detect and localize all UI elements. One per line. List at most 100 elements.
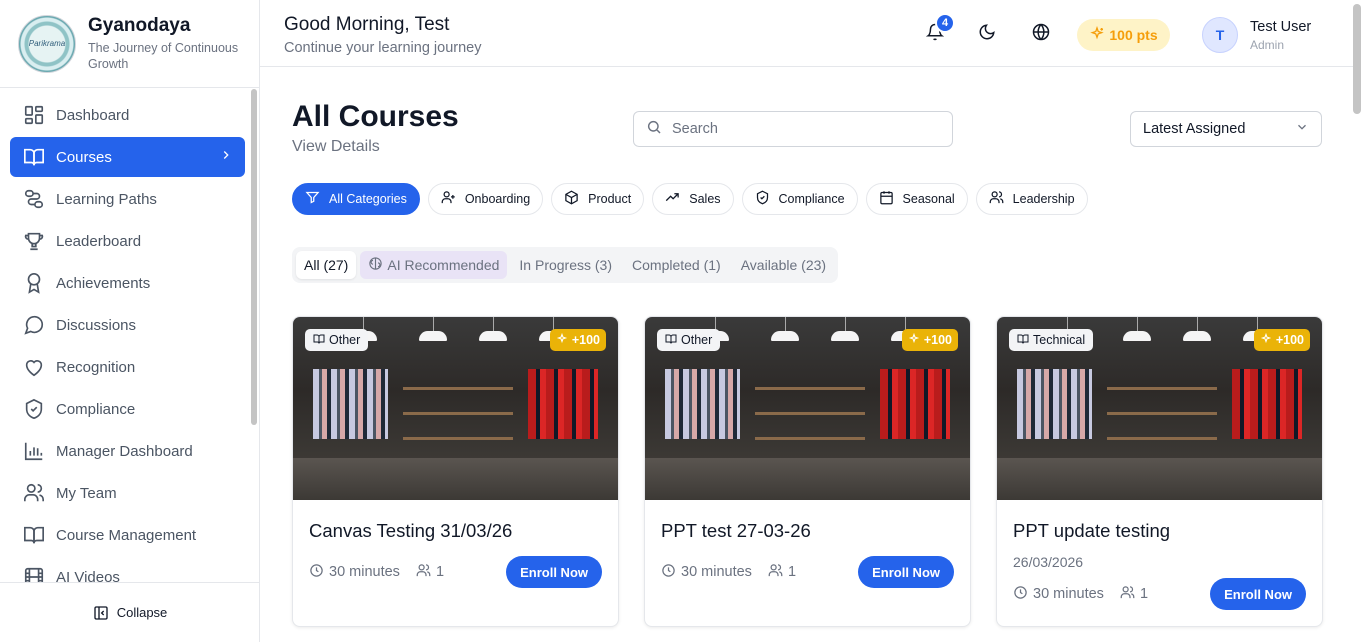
tab-all[interactable]: All (27) — [296, 251, 357, 279]
user-role: Admin — [1250, 38, 1285, 52]
points-value: 100 pts — [1109, 27, 1158, 43]
package-icon — [564, 190, 579, 208]
theme-toggle-button[interactable] — [975, 22, 999, 46]
greeting-subtitle: Continue your learning journey — [284, 40, 482, 56]
duration: 30 minutes — [661, 563, 752, 582]
learners: 1 — [1120, 585, 1148, 604]
course-meta: 30 minutes 1 Enroll Now — [661, 556, 954, 588]
sidebar-item-label: Discussions — [56, 316, 137, 334]
course-meta: 30 minutes 1 Enroll Now — [1013, 578, 1306, 610]
sidebar-item-achievements[interactable]: Achievements — [10, 263, 245, 303]
sidebar-item-my-team[interactable]: My Team — [10, 473, 245, 513]
sidebar-item-label: Manager Dashboard — [56, 442, 193, 460]
brand-logo: Parikrama — [18, 14, 76, 73]
sidebar-item-label: AI Videos — [56, 568, 120, 583]
category-tag-label: Other — [681, 333, 713, 347]
heart-icon — [22, 355, 46, 379]
sidebar-item-learning-paths[interactable]: Learning Paths — [10, 179, 245, 219]
course-card[interactable]: Other +100 PPT test 27-03-26 30 minutes — [644, 316, 971, 627]
page-scrollbar[interactable] — [1353, 4, 1361, 114]
trending-up-icon — [665, 190, 680, 208]
sidebar-item-label: Learning Paths — [56, 190, 157, 208]
brand[interactable]: Parikrama Gyanodaya The Journey of Conti… — [0, 0, 259, 88]
sidebar-item-label: Recognition — [56, 358, 136, 376]
course-title[interactable]: PPT update testing — [1013, 520, 1306, 542]
enroll-button[interactable]: Enroll Now — [1210, 578, 1306, 610]
course-date: 26/03/2026 — [1013, 554, 1084, 570]
book-open-icon — [1017, 333, 1029, 348]
sidebar-item-course-management[interactable]: Course Management — [10, 515, 245, 555]
course-title[interactable]: Canvas Testing 31/03/26 — [309, 520, 602, 542]
tab-in-progress[interactable]: In Progress (3) — [511, 251, 620, 279]
category-seasonal[interactable]: Seasonal — [865, 183, 968, 215]
user-name[interactable]: Test User — [1250, 19, 1311, 35]
route-icon — [22, 187, 46, 211]
shield-icon — [755, 190, 770, 208]
category-tag: Other — [657, 329, 721, 351]
category-label: All Categories — [329, 192, 407, 206]
app-root: Parikrama Gyanodaya The Journey of Conti… — [0, 0, 1365, 642]
clock-icon — [1013, 585, 1028, 604]
tab-available[interactable]: Available (23) — [733, 251, 834, 279]
category-product[interactable]: Product — [551, 183, 645, 215]
language-button[interactable] — [1029, 22, 1053, 46]
chevron-right-icon — [219, 148, 233, 166]
trophy-icon — [22, 229, 46, 253]
sidebar-item-dashboard[interactable]: Dashboard — [10, 95, 245, 135]
course-card-body: Canvas Testing 31/03/26 30 minutes 1 Enr… — [293, 500, 618, 604]
search-input[interactable] — [672, 121, 932, 137]
tab-completed[interactable]: Completed (1) — [624, 251, 729, 279]
course-card[interactable]: Other +100 Canvas Testing 31/03/26 30 mi… — [292, 316, 619, 627]
sort-value: Latest Assigned — [1143, 121, 1246, 137]
brand-title: Gyanodaya — [88, 15, 191, 36]
filter-icon — [305, 190, 320, 208]
category-label: Compliance — [778, 192, 845, 206]
course-title[interactable]: PPT test 27-03-26 — [661, 520, 954, 542]
sidebar-scrollbar[interactable] — [251, 89, 257, 425]
xp-value: +100 — [1275, 333, 1304, 347]
sidebar-item-label: Course Management — [56, 526, 197, 544]
course-thumbnail: Other +100 — [293, 317, 618, 500]
category-onboarding[interactable]: Onboarding — [427, 183, 544, 215]
sidebar-item-compliance[interactable]: Compliance — [10, 389, 245, 429]
panel-collapse-icon — [93, 605, 109, 621]
tab-label: AI Recommended — [387, 257, 500, 273]
tab-ai-recommended[interactable]: AI Recommended — [360, 251, 508, 279]
sidebar-item-ai-videos[interactable]: AI Videos — [10, 557, 245, 582]
sidebar-item-recognition[interactable]: Recognition — [10, 347, 245, 387]
sidebar-item-manager-dashboard[interactable]: Manager Dashboard — [10, 431, 245, 471]
search-icon — [646, 119, 662, 140]
category-tag: Other — [305, 329, 369, 351]
sidebar-item-discussions[interactable]: Discussions — [10, 305, 245, 345]
sidebar-item-label: Courses — [56, 148, 112, 166]
category-compliance[interactable]: Compliance — [741, 183, 858, 215]
message-circle-icon — [22, 313, 46, 337]
category-sales[interactable]: Sales — [652, 183, 734, 215]
course-card[interactable]: Technical +100 PPT update testing 26/03/… — [996, 316, 1323, 627]
xp-badge: +100 — [1253, 329, 1310, 351]
duration: 30 minutes — [1013, 585, 1104, 604]
sidebar-item-courses[interactable]: Courses — [10, 137, 245, 177]
sort-select[interactable]: Latest Assigned — [1130, 111, 1322, 147]
search-box[interactable] — [633, 111, 953, 147]
brand-subtitle: The Journey of Continuous Growth — [88, 41, 239, 71]
collapse-button[interactable]: Collapse — [0, 582, 260, 642]
sparkles-icon — [1089, 25, 1105, 45]
sidebar-nav: Dashboard Courses Learning Paths Leaderb… — [0, 88, 260, 582]
category-all[interactable]: All Categories — [292, 183, 420, 215]
duration-value: 30 minutes — [681, 564, 752, 580]
learners: 1 — [768, 563, 796, 582]
avatar[interactable]: T — [1202, 17, 1238, 53]
sidebar-item-leaderboard[interactable]: Leaderboard — [10, 221, 245, 261]
xp-badge: +100 — [549, 329, 606, 351]
page-title: All Courses — [292, 100, 459, 133]
learners-value: 1 — [787, 564, 797, 580]
book-open-icon — [665, 333, 677, 348]
points-badge[interactable]: 100 pts — [1077, 19, 1170, 51]
enroll-button[interactable]: Enroll Now — [858, 556, 954, 588]
category-filters: All Categories Onboarding Product Sales … — [292, 183, 1088, 215]
enroll-button[interactable]: Enroll Now — [506, 556, 602, 588]
category-leadership[interactable]: Leadership — [975, 183, 1088, 215]
globe-icon — [1032, 23, 1050, 46]
sidebar-item-label: Achievements — [56, 274, 151, 292]
